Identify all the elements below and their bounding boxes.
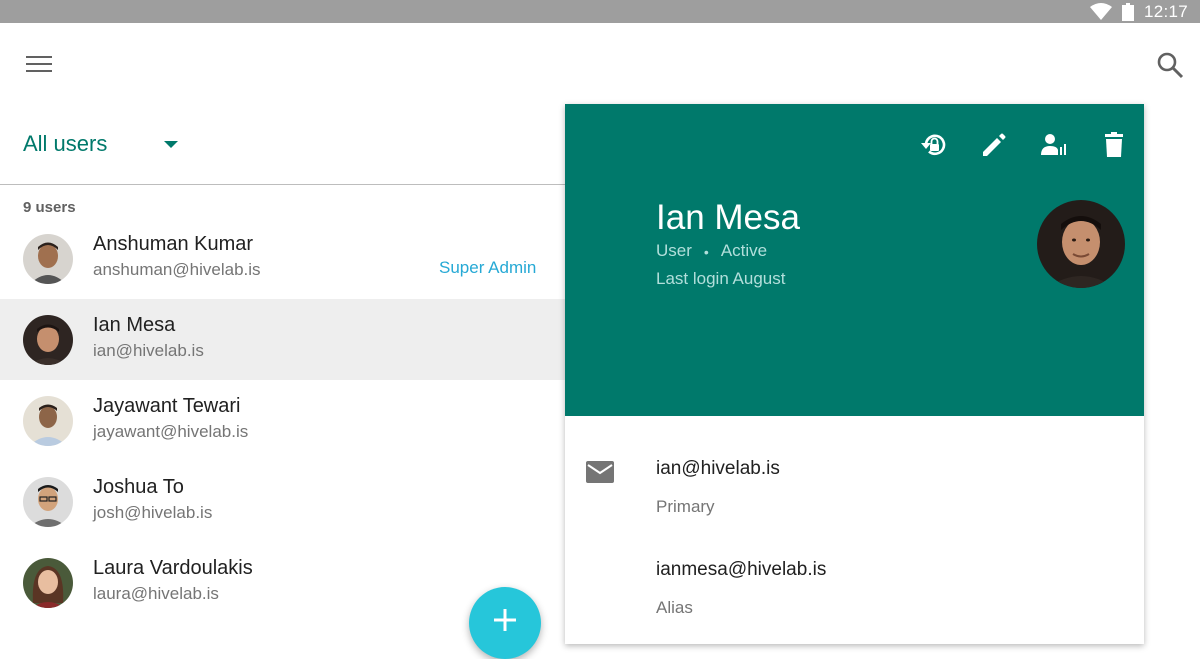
email-type: Primary xyxy=(656,497,715,516)
user-detail-card: Ian Mesa User • Active Last login August… xyxy=(565,104,1144,644)
clock: 12:17 xyxy=(1143,1,1188,21)
detail-header: Ian Mesa User • Active Last login August xyxy=(565,104,1144,416)
avatar xyxy=(23,315,73,365)
email-entry[interactable]: ianmesa@hivelab.is Alias xyxy=(656,559,826,618)
user-filter-dropdown[interactable]: All users xyxy=(23,128,183,162)
email-address: ianmesa@hivelab.is xyxy=(656,559,827,580)
super-admin-badge: Super Admin xyxy=(439,258,537,277)
avatar xyxy=(23,396,73,446)
user-name: Ian Mesa xyxy=(93,314,176,336)
email-icon xyxy=(586,461,614,483)
last-login: Last login August xyxy=(656,269,786,288)
divider xyxy=(0,184,565,185)
detail-user-name: Ian Mesa xyxy=(656,198,800,237)
dropdown-arrow-icon xyxy=(164,141,178,148)
manage-user-icon[interactable] xyxy=(1039,130,1069,160)
user-status: Active xyxy=(720,241,768,260)
user-name: Joshua To xyxy=(93,476,184,498)
email-entry[interactable]: ian@hivelab.is Primary xyxy=(656,458,780,517)
status-bar: 12:17 xyxy=(0,0,1200,23)
delete-icon[interactable] xyxy=(1099,130,1129,160)
list-item[interactable]: Joshua To josh@hivelab.is xyxy=(0,461,565,542)
menu-icon[interactable] xyxy=(26,53,54,75)
user-list: Anshuman Kumar anshuman@hivelab.is Ian M… xyxy=(0,218,565,623)
search-icon[interactable] xyxy=(1155,50,1185,80)
user-email: anshuman@hivelab.is xyxy=(93,260,261,279)
avatar xyxy=(23,234,73,284)
separator-dot: • xyxy=(703,244,709,260)
edit-icon[interactable] xyxy=(979,130,1009,160)
reset-password-icon[interactable] xyxy=(919,130,949,160)
user-email: ian@hivelab.is xyxy=(93,341,204,360)
list-item[interactable]: Jayawant Tewari jayawant@hivelab.is xyxy=(0,380,565,461)
filter-label: All users xyxy=(23,131,108,156)
user-email: jayawant@hivelab.is xyxy=(93,422,249,441)
plus-icon xyxy=(494,609,516,631)
list-item[interactable]: Ian Mesa ian@hivelab.is xyxy=(0,299,565,380)
user-count: 9 users xyxy=(23,199,76,216)
user-email: laura@hivelab.is xyxy=(93,584,219,603)
user-name: Anshuman Kumar xyxy=(93,233,254,255)
add-user-button[interactable] xyxy=(469,587,541,659)
wifi-icon xyxy=(1089,2,1112,20)
email-type: Alias xyxy=(656,598,693,617)
user-email: josh@hivelab.is xyxy=(93,503,213,522)
user-name: Jayawant Tewari xyxy=(93,395,241,417)
user-role: User xyxy=(656,241,692,260)
email-address: ian@hivelab.is xyxy=(656,458,780,479)
detail-avatar xyxy=(1037,200,1125,288)
detail-role-status: User • Active xyxy=(656,241,767,263)
user-name: Laura Vardoulakis xyxy=(93,557,253,579)
avatar xyxy=(23,477,73,527)
battery-icon xyxy=(1121,2,1134,21)
avatar xyxy=(23,558,73,608)
